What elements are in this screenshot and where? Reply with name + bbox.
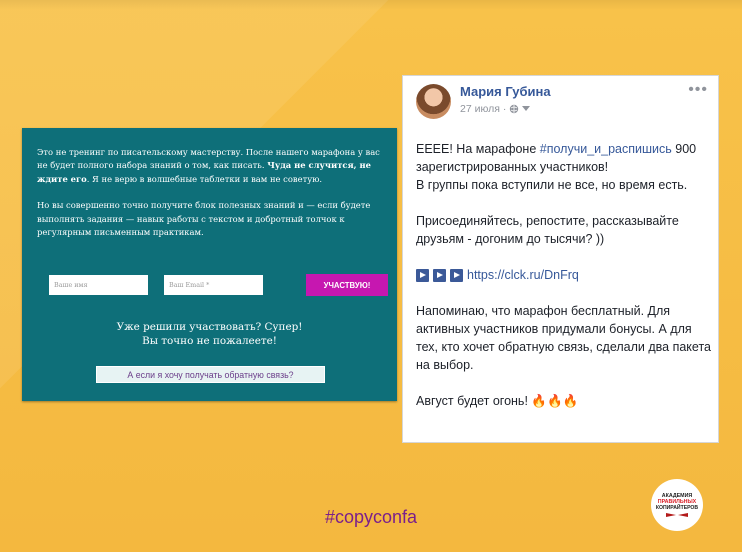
- cta-line-2: Вы точно не пожалеете!: [142, 335, 277, 347]
- paragraph-text: . Я не верю в волшебные таблетки и вам н…: [86, 173, 323, 184]
- name-input[interactable]: Ваше имя: [49, 275, 148, 295]
- short-link[interactable]: https://clck.ru/DnFrq: [467, 266, 579, 284]
- post-link-row: https://clck.ru/DnFrq: [416, 266, 712, 284]
- card-description: Это не тренинг по писательскому мастерст…: [37, 146, 382, 252]
- email-input[interactable]: Ваш Email *: [164, 275, 263, 295]
- bowtie-icon: [666, 512, 688, 518]
- post-body: ЕЕЕЕ! На марафоне #получи_и_распишись 90…: [416, 140, 712, 428]
- top-shade: [0, 0, 742, 10]
- facebook-post: Мария Губина 27 июля · ••• ЕЕЕЕ! На мара…: [402, 75, 719, 443]
- post-text: В группы пока вступили не все, но время …: [416, 178, 688, 192]
- post-author[interactable]: Мария Губина: [460, 84, 551, 99]
- cta-line-1: Уже решили участвовать? Супер!: [116, 321, 303, 333]
- post-date[interactable]: 27 июля ·: [460, 103, 506, 115]
- post-paragraph-4: Август будет огонь! 🔥🔥🔥: [416, 392, 712, 410]
- post-text: ЕЕЕЕ! На марафоне: [416, 142, 540, 156]
- feedback-button[interactable]: А если я хочу получать обратную связь?: [96, 366, 325, 383]
- post-paragraph-3: Напоминаю, что марафон бесплатный. Для а…: [416, 304, 711, 372]
- join-button[interactable]: УЧАСТВУЮ!: [306, 274, 388, 296]
- hashtag-link[interactable]: #получи_и_распишись: [540, 142, 672, 156]
- fire-icon: 🔥🔥🔥: [531, 394, 579, 408]
- post-paragraph-1: ЕЕЕЕ! На марафоне #получи_и_распишись 90…: [416, 140, 712, 194]
- play-square-icon: [450, 268, 463, 282]
- post-paragraph-2: Присоединяйтесь, репостите, рассказывайт…: [416, 214, 679, 246]
- post-text: Август будет огонь!: [416, 394, 528, 408]
- globe-icon[interactable]: [509, 104, 519, 114]
- play-square-icon: [433, 268, 446, 282]
- academy-logo: АКАДЕМИЯ ПРАВИЛЬНЫХ КОПИРАЙТЕРОВ: [651, 479, 703, 531]
- signup-form: Ваше имя Ваш Email * УЧАСТВУЮ!: [49, 274, 388, 296]
- post-meta: 27 июля ·: [460, 103, 531, 115]
- description-paragraph-1: Это не тренинг по писательскому мастерст…: [37, 146, 382, 186]
- avatar[interactable]: [416, 84, 451, 119]
- chevron-down-icon[interactable]: [522, 103, 531, 115]
- footer-hashtag: #copyconfa: [324, 507, 418, 527]
- more-options-icon[interactable]: •••: [688, 81, 708, 99]
- logo-text-line-3: КОПИРАЙТЕРОВ: [655, 504, 699, 511]
- description-paragraph-2: Но вы совершенно точно получите блок пол…: [37, 200, 371, 238]
- marathon-signup-card: Это не тренинг по писательскому мастерст…: [22, 128, 397, 401]
- play-square-icon: [416, 268, 429, 282]
